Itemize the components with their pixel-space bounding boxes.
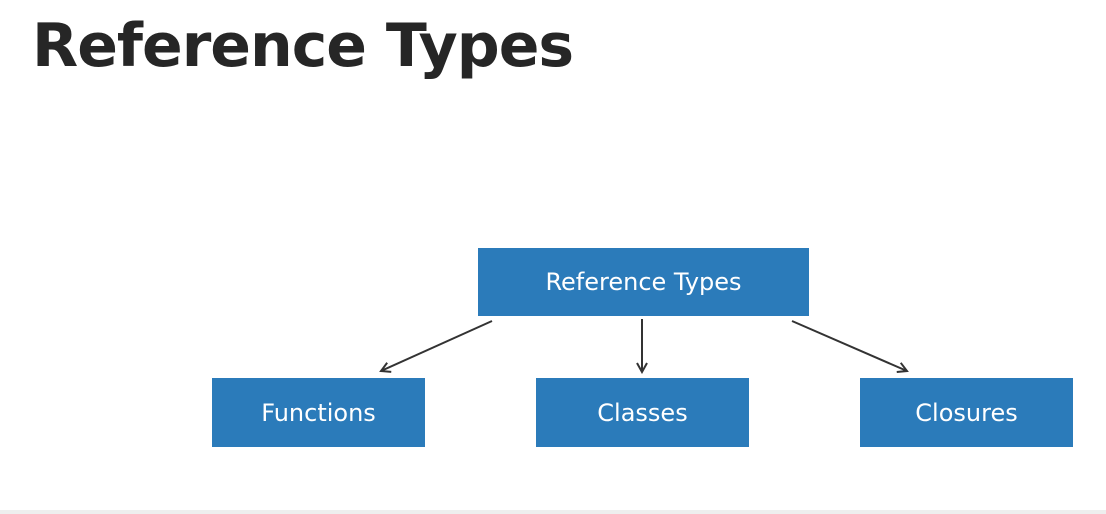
node-label: Functions bbox=[261, 398, 376, 427]
slide: Reference Types Reference Types Function… bbox=[0, 0, 1106, 514]
slide-title: Reference Types bbox=[32, 11, 574, 81]
bottom-divider bbox=[0, 510, 1106, 514]
arrow-to-closures bbox=[791, 320, 907, 371]
node-closures: Closures bbox=[860, 378, 1073, 447]
node-label: Closures bbox=[915, 398, 1018, 427]
node-reference-types: Reference Types bbox=[478, 248, 809, 316]
node-classes: Classes bbox=[536, 378, 749, 447]
arrow-to-functions bbox=[381, 320, 493, 371]
node-functions: Functions bbox=[212, 378, 425, 447]
node-label: Reference Types bbox=[545, 268, 742, 296]
node-label: Classes bbox=[597, 398, 688, 427]
